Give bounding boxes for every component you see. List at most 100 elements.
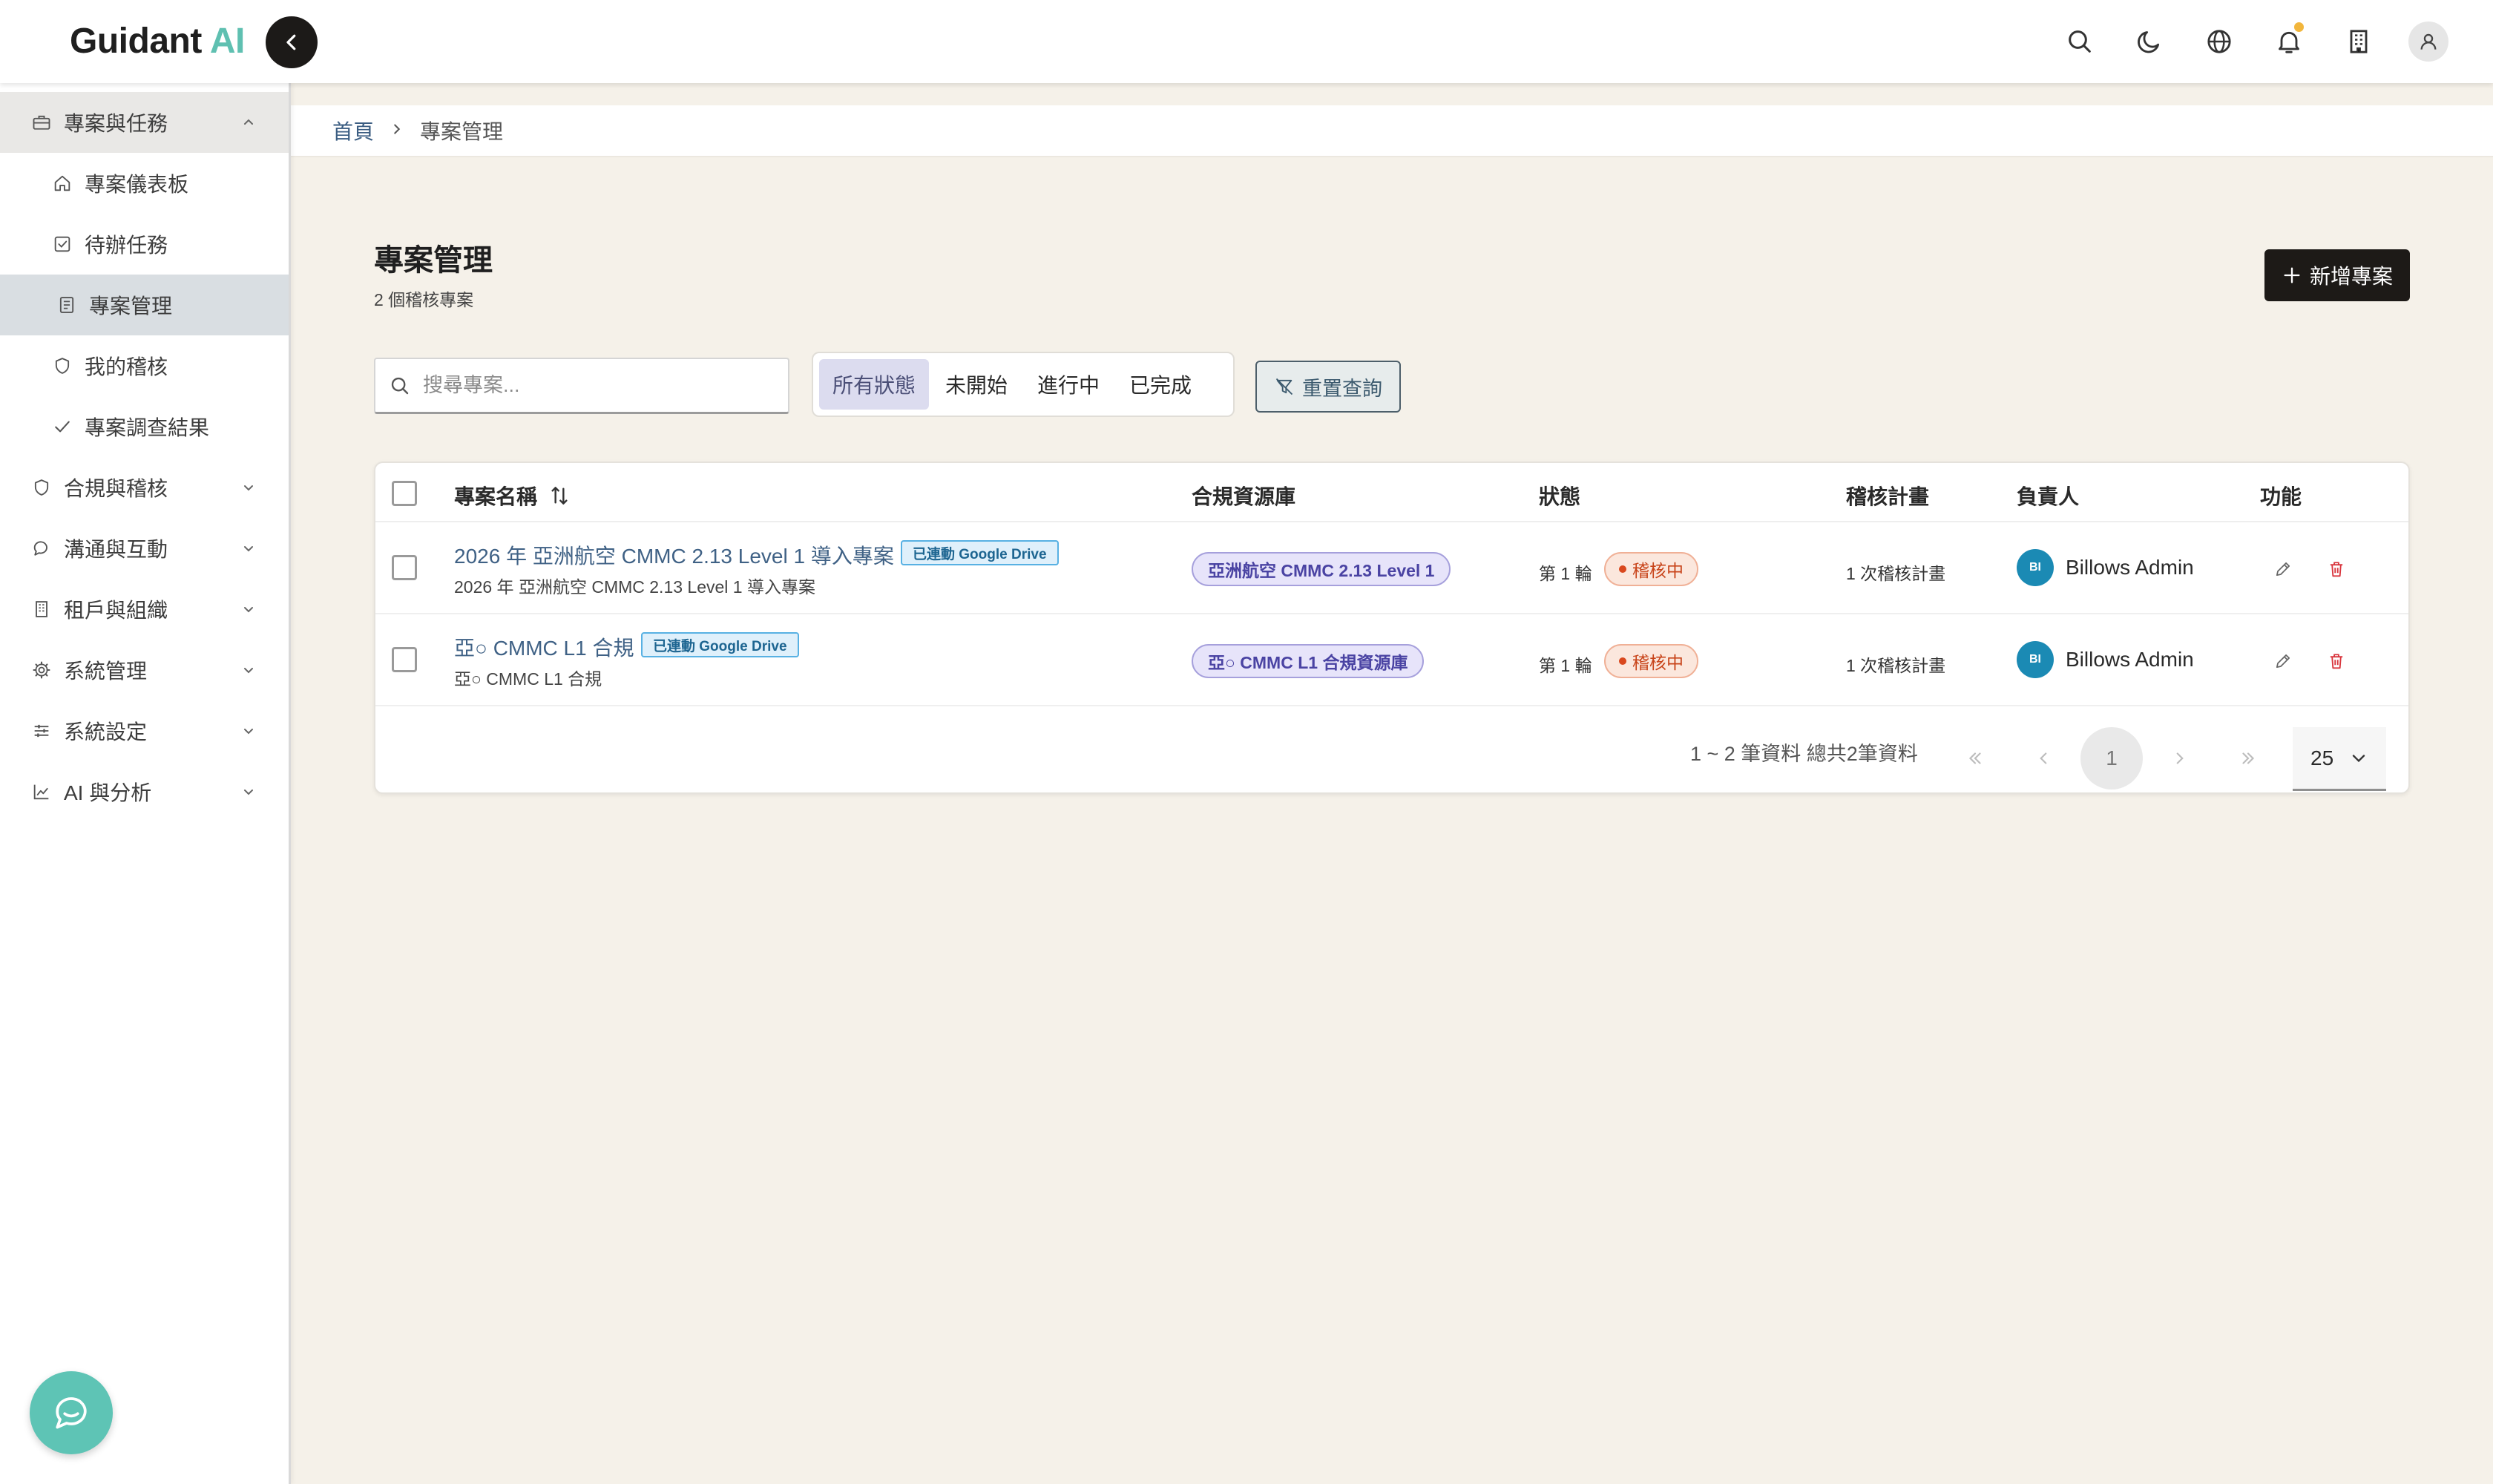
status-tab-in-progress[interactable]: 進行中 [1024,359,1113,410]
sidebar-group-compliance-audit[interactable]: 合規與稽核 [0,457,289,518]
gear-icon [30,658,53,682]
chevron-down-icon [244,668,253,674]
edit-button[interactable] [2270,556,2296,582]
briefcase-icon [30,111,53,134]
library-pill[interactable]: 亞○ CMMC L1 合規資源庫 [1192,644,1425,678]
status-badge: 稽核中 [1604,552,1698,586]
search-input[interactable] [423,374,764,397]
audit-plan-count: 1 次稽核計畫 [1846,656,1946,675]
project-name-link[interactable]: 2026 年 亞洲航空 CMMC 2.13 Level 1 導入專案 [454,540,894,570]
project-description: 亞○ CMMC L1 合規 [454,669,602,689]
chevron-up-icon [244,119,253,125]
status-label: 稽核中 [1632,653,1684,672]
user-menu-button[interactable] [2394,19,2463,64]
owner-cell: BI Billows Admin [2017,641,2194,678]
status-dot [1619,657,1626,665]
sidebar-group-label: 溝通與互動 [64,538,168,561]
building-icon[interactable] [2324,19,2394,64]
search-icon[interactable] [2045,19,2115,64]
sidebar-item-todo-tasks[interactable]: 待辦任務 [0,214,289,275]
chat-icon [56,1397,87,1429]
sidebar-group-label: 專案與任務 [64,112,168,135]
breadcrumb-home-link[interactable]: 首頁 [332,116,374,145]
sidebar: 專案與任務 專案儀表板 待辦任務 專案管理 我的稽核 專案調查結果 合規與稽核 … [0,83,291,1484]
row-checkbox[interactable] [392,647,417,672]
sidebar-item-survey-results[interactable]: 專案調查結果 [0,396,289,457]
sort-icon [551,487,568,505]
column-header-audit-plan: 稽核計畫 [1846,485,1930,508]
sidebar-group-projects-tasks[interactable]: 專案與任務 [0,92,289,153]
reset-query-button[interactable]: 重置查詢 [1255,361,1401,413]
bell-icon[interactable] [2254,19,2324,64]
edit-button[interactable] [2270,649,2296,674]
sidebar-item-my-audits[interactable]: 我的稽核 [0,335,289,396]
previous-page-button[interactable] [2012,727,2075,789]
table-row: 2026 年 亞洲航空 CMMC 2.13 Level 1 導入專案 已連動 G… [375,522,2408,614]
first-page-button[interactable] [1944,727,2006,789]
page-subtitle: 2 個稽核專案 [374,290,474,309]
sidebar-group-label: 租戶與組織 [64,599,168,622]
new-project-button[interactable]: 新增專案 [2264,249,2410,301]
next-page-button[interactable] [2149,727,2211,789]
sidebar-group-tenants-orgs[interactable]: 租戶與組織 [0,579,289,640]
project-name-link[interactable]: 亞○ CMMC L1 合規 [454,632,634,662]
logo-main-text: Guidant [70,22,202,61]
delete-button[interactable] [2324,649,2349,674]
sidebar-group-ai-analytics[interactable]: AI 與分析 [0,761,289,822]
sidebar-group-communication[interactable]: 溝通與互動 [0,518,289,579]
moon-icon[interactable] [2115,19,2184,64]
chat-icon [30,536,53,560]
round-label: 第 1 輪 [1539,656,1592,675]
checkbox-icon [50,232,74,256]
sidebar-group-system-settings[interactable]: 系統設定 [0,700,289,761]
sidebar-item-project-dashboard[interactable]: 專案儀表板 [0,153,289,214]
page-number-button[interactable]: 1 [2080,727,2143,789]
globe-icon[interactable] [2184,19,2254,64]
logo-accent-text: AI [209,22,246,61]
audit-plan-count: 1 次稽核計畫 [1846,564,1946,583]
new-project-label: 新增專案 [2309,265,2393,288]
trash-icon [2330,562,2343,577]
round-label: 第 1 輪 [1539,564,1592,583]
sidebar-item-project-management[interactable]: 專案管理 [0,275,289,335]
header-icon-group [2045,19,2463,64]
top-header: Guidant AI [0,0,2493,83]
status-tab-completed[interactable]: 已完成 [1116,359,1205,410]
avatar: BI [2017,641,2054,678]
status-tab-not-started[interactable]: 未開始 [932,359,1021,410]
chevron-left-icon [2040,752,2047,764]
project-description: 2026 年 亞洲航空 CMMC 2.13 Level 1 導入專案 [454,577,815,597]
app-logo[interactable]: Guidant AI [70,21,245,62]
column-header-owner: 負責人 [2017,485,2080,508]
library-pill[interactable]: 亞洲航空 CMMC 2.13 Level 1 [1192,552,1451,586]
sidebar-group-label: 系統設定 [64,720,148,743]
chevron-left-icon [286,34,296,50]
chevrons-right-icon [2242,752,2255,764]
sliders-icon [30,719,53,743]
sidebar-group-system-admin[interactable]: 系統管理 [0,640,289,700]
row-checkbox[interactable] [392,555,417,580]
delete-button[interactable] [2324,556,2349,582]
last-page-button[interactable] [2217,727,2279,789]
owner-cell: BI Billows Admin [2017,549,2194,586]
column-header-status: 狀態 [1539,485,1581,508]
app-root: Guidant AI 專案與任務 專案儀表板 待辦任務 專案管理 我的稽核 專案… [0,0,2493,1484]
search-field[interactable] [374,358,789,414]
breadcrumb: 首頁 專案管理 [291,105,2493,157]
collapse-sidebar-button[interactable] [266,16,318,68]
chevron-down-icon [244,546,253,552]
document-icon [55,293,79,317]
pencil-icon [2276,654,2290,669]
shield-icon [30,476,53,499]
column-header-project-name[interactable]: 專案名稱 [454,481,571,510]
chat-assistant-button[interactable] [30,1371,113,1454]
page-title: 專案管理 [374,244,493,277]
plus-icon [2284,267,2300,283]
select-all-checkbox[interactable] [392,481,417,506]
status-dot [1619,565,1626,573]
rows-per-page-select[interactable]: 25 [2293,727,2386,791]
table-row: 亞○ CMMC L1 合規 已連動 Google Drive 亞○ CMMC L… [375,614,2408,706]
owner-name: Billows Admin [2066,648,2194,671]
status-tab-all[interactable]: 所有狀態 [819,359,930,410]
pagination-summary: 1 ~ 2 筆資料 總共2筆資料 [1690,743,1918,765]
